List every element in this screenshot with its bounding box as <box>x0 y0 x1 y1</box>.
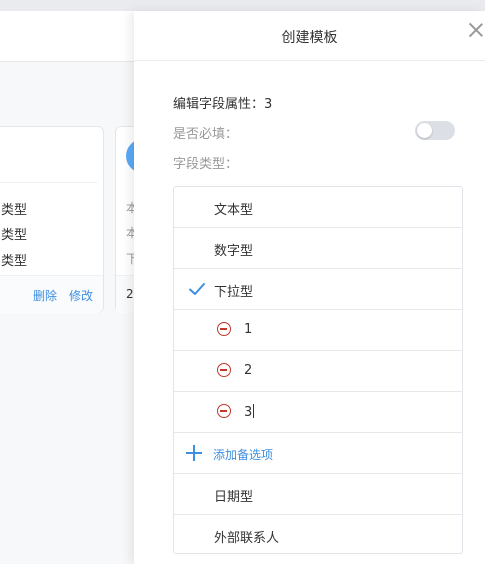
required-label: 是否必填： <box>173 127 239 142</box>
toggle-knob <box>417 123 432 138</box>
option-value: 3 <box>244 405 253 420</box>
card-field-type: 类型 <box>1 203 28 218</box>
text-cursor <box>253 404 255 418</box>
type-option-label: 下拉型 <box>214 285 254 300</box>
card-divider <box>0 182 97 183</box>
remove-option-icon[interactable] <box>217 404 231 418</box>
dropdown-option-row: 2 <box>174 351 462 392</box>
required-toggle[interactable] <box>415 121 455 140</box>
plus-icon <box>186 445 202 461</box>
edit-link[interactable]: 修改 <box>69 287 93 304</box>
card-field-type: 类型 <box>1 254 28 269</box>
dropdown-option-row: 3 <box>174 392 462 433</box>
type-option-text[interactable]: 文本型 <box>174 187 462 228</box>
remove-option-icon[interactable] <box>217 363 231 377</box>
remove-option-icon[interactable] <box>217 322 231 336</box>
type-option-number[interactable]: 数字型 <box>174 228 462 269</box>
card-field-type: 类型 <box>1 228 28 243</box>
type-option-label: 数字型 <box>214 244 254 259</box>
add-option-button[interactable]: 添加备选项 <box>174 433 462 474</box>
delete-link[interactable]: 删除 <box>33 287 57 304</box>
type-option-dropdown[interactable]: 下拉型 <box>174 269 462 310</box>
check-icon <box>189 283 205 295</box>
window-top-strip <box>0 0 485 11</box>
type-option-label: 外部联系人 <box>214 531 280 546</box>
field-properties-title: 编辑字段属性：3 <box>173 97 273 112</box>
field-type-label: 字段类型： <box>173 157 239 172</box>
dropdown-option-input[interactable]: 2 <box>244 363 252 378</box>
dropdown-option-row: 1 <box>174 310 462 351</box>
type-option-date[interactable]: 日期型 <box>174 474 462 515</box>
field-type-list: 文本型 数字型 下拉型 1 2 3 添加备选项 日期型 外部联系人 <box>173 186 463 554</box>
drawer-header: 创建模板 <box>134 11 485 61</box>
card-footer: 删除 修改 <box>0 275 103 313</box>
close-icon[interactable] <box>467 21 485 39</box>
dropdown-option-input[interactable]: 1 <box>244 322 252 337</box>
card-footer-text: 2 <box>126 287 134 301</box>
add-option-label: 添加备选项 <box>213 448 274 462</box>
dropdown-option-input[interactable]: 3 <box>244 404 255 420</box>
type-option-label: 日期型 <box>214 490 254 505</box>
drawer-title: 创建模板 <box>281 30 338 46</box>
create-template-drawer: 创建模板 编辑字段属性：3 是否必填： 字段类型： 文本型 数字型 下拉型 1 … <box>134 11 485 564</box>
type-option-label: 文本型 <box>214 203 254 218</box>
type-option-contact[interactable]: 外部联系人 <box>174 515 462 556</box>
template-card[interactable]: 类型 类型 类型 删除 修改 <box>0 126 104 313</box>
